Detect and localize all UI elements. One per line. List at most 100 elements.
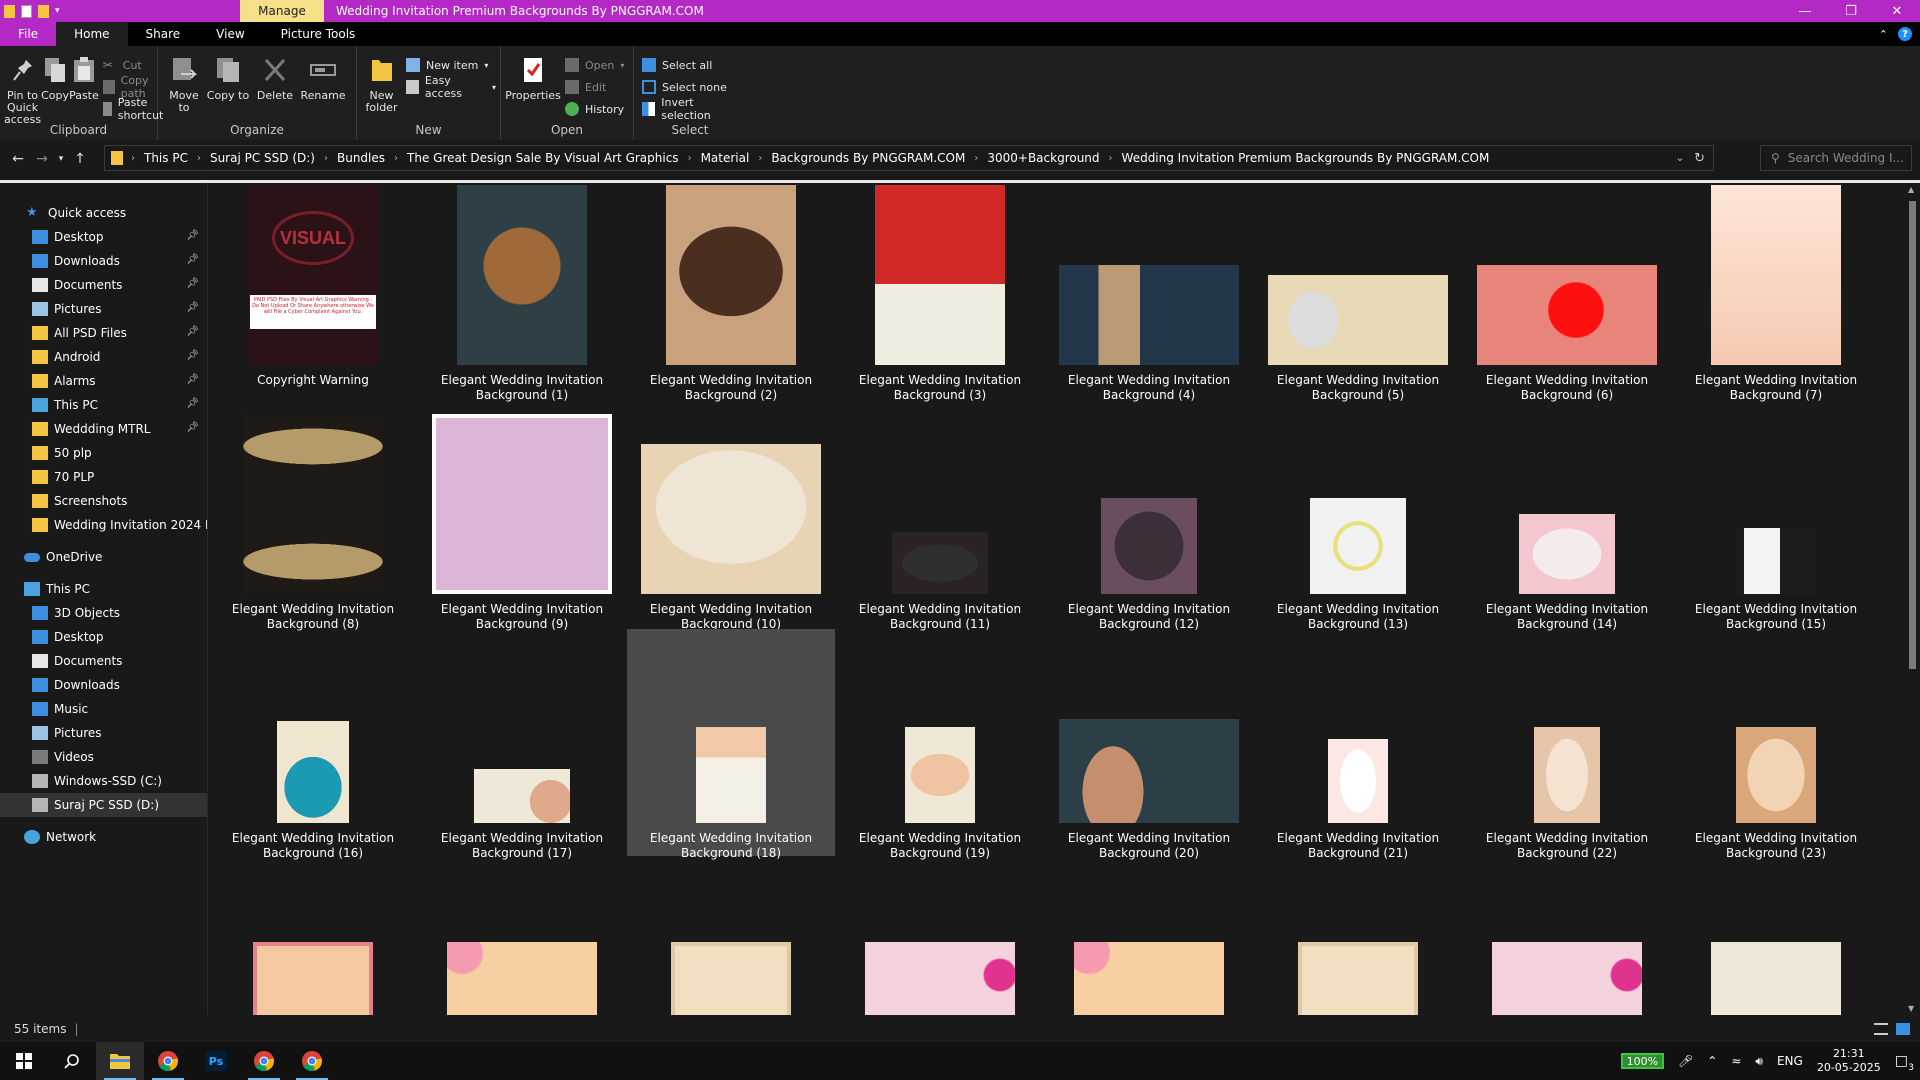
invert-selection-button[interactable]: Invert selection xyxy=(642,96,742,122)
file-item[interactable]: Elegant Wedding Invitation Background (2… xyxy=(1045,629,1253,860)
maximize-button[interactable]: ❐ xyxy=(1828,0,1874,22)
battery-indicator[interactable]: 100% xyxy=(1620,1053,1665,1069)
chevron-down-icon[interactable]: ⌄ xyxy=(1676,153,1694,164)
sidebar-item-downloads[interactable]: Downloads xyxy=(0,673,207,697)
open-button[interactable]: Open ▾ xyxy=(565,56,624,74)
sidebar-item-screenshots[interactable]: Screenshots xyxy=(0,489,207,513)
photoshop-icon[interactable]: Ps xyxy=(192,1042,240,1080)
sidebar-item-suraj-pc-ssd-d-[interactable]: Suraj PC SSD (D:) xyxy=(0,793,207,817)
file-item[interactable]: Elegant Wedding Invitation Background (1… xyxy=(1045,400,1253,631)
select-all-button[interactable]: Select all xyxy=(642,56,742,74)
file-item[interactable]: Elegant Wedding Invitation Background (1… xyxy=(1463,400,1671,631)
tab-view[interactable]: View xyxy=(198,22,262,46)
sidebar-item-pictures[interactable]: Pictures xyxy=(0,721,207,745)
file-item[interactable]: Elegant Wedding Invitation Background (2… xyxy=(627,183,835,402)
speaker-icon[interactable]: 🔊︎ xyxy=(1755,1054,1763,1069)
file-item[interactable]: Elegant Wedding Invitation Background (2… xyxy=(1672,629,1880,860)
tab-file[interactable]: File xyxy=(0,22,57,46)
recent-locations-button[interactable]: ▾ xyxy=(54,144,68,174)
sidebar-item-alarms[interactable]: Alarms 📌︎ xyxy=(0,369,207,393)
new-item-button[interactable]: New item ▾ xyxy=(406,56,496,74)
sidebar-item-3d-objects[interactable]: 3D Objects xyxy=(0,601,207,625)
file-item[interactable]: Elegant Wedding Invitation Background (1… xyxy=(209,629,417,860)
breadcrumb-item[interactable]: 3000+Background xyxy=(982,151,1104,165)
properties-icon[interactable] xyxy=(21,4,32,18)
file-item[interactable]: Elegant Wedding Invitation Background (1… xyxy=(627,629,835,860)
address-bar[interactable]: › This PC › Suraj PC SSD (D:) › Bundles … xyxy=(104,145,1714,171)
easy-access-button[interactable]: Easy access ▾ xyxy=(406,74,496,100)
file-item[interactable]: Elegant Wedding Invitation Background (1… xyxy=(1672,400,1880,631)
search-icon[interactable] xyxy=(48,1042,96,1080)
sidebar-item-documents[interactable]: Documents xyxy=(0,649,207,673)
file-item[interactable]: Elegant Wedding Invitation Background (8… xyxy=(209,400,417,631)
chrome-icon[interactable] xyxy=(288,1042,336,1080)
tab-share[interactable]: Share xyxy=(128,22,199,46)
file-item[interactable] xyxy=(209,858,417,1015)
sidebar-item-weddding-mtrl[interactable]: Weddding MTRL 📌︎ xyxy=(0,417,207,441)
wifi-icon[interactable]: ≈ xyxy=(1731,1054,1741,1068)
history-button[interactable]: History xyxy=(565,100,624,118)
minimize-button[interactable]: — xyxy=(1782,0,1828,22)
forward-button[interactable]: → xyxy=(30,144,54,174)
file-item[interactable]: Elegant Wedding Invitation Background (3… xyxy=(836,183,1044,402)
file-item[interactable] xyxy=(1045,858,1253,1015)
sidebar-item-videos[interactable]: Videos xyxy=(0,745,207,769)
scroll-down-icon[interactable]: ▼ xyxy=(1908,1004,1914,1013)
windows-start-icon[interactable] xyxy=(0,1042,48,1080)
large-icons-view-icon[interactable] xyxy=(1896,1022,1910,1035)
help-icon[interactable]: ? xyxy=(1898,27,1912,41)
file-item[interactable] xyxy=(418,858,626,1015)
sidebar-item-all-psd-files[interactable]: All PSD Files 📌︎ xyxy=(0,321,207,345)
breadcrumb-item[interactable]: Backgrounds By PNGGRAM.COM xyxy=(766,151,970,165)
file-item[interactable]: Elegant Wedding Invitation Background (6… xyxy=(1463,183,1671,402)
vertical-scrollbar[interactable]: ▲ ▼ xyxy=(1905,183,1920,1015)
clock[interactable]: 21:31 20-05-2025 xyxy=(1817,1047,1881,1075)
sidebar-item-windows-ssd-c-[interactable]: Windows-SSD (C:) xyxy=(0,769,207,793)
scrollbar-thumb[interactable] xyxy=(1909,201,1916,669)
sidebar-item-android[interactable]: Android 📌︎ xyxy=(0,345,207,369)
breadcrumb-item[interactable]: Suraj PC SSD (D:) xyxy=(205,151,320,165)
file-item[interactable]: Elegant Wedding Invitation Background (1… xyxy=(418,629,626,860)
sidebar-item-onedrive[interactable]: OneDrive xyxy=(0,545,207,569)
breadcrumb-item[interactable]: Material xyxy=(696,151,755,165)
breadcrumb-item[interactable]: Bundles xyxy=(332,151,390,165)
microphone-icon[interactable]: 🎤︎ xyxy=(1678,1054,1693,1068)
file-item[interactable] xyxy=(1463,858,1671,1015)
file-item[interactable]: Elegant Wedding Invitation Background (1… xyxy=(418,183,626,402)
file-item[interactable]: Elegant Wedding Invitation Background (4… xyxy=(1045,183,1253,402)
file-item[interactable]: VISUAL PAID PSD Files By Visual Art Graph… xyxy=(209,183,417,398)
breadcrumb-item[interactable]: The Great Design Sale By Visual Art Grap… xyxy=(402,151,684,165)
file-item[interactable]: Elegant Wedding Invitation Background (2… xyxy=(1463,629,1671,860)
new-folder-icon[interactable] xyxy=(38,4,49,18)
edit-button[interactable]: Edit xyxy=(565,78,624,96)
file-item[interactable]: Elegant Wedding Invitation Background (1… xyxy=(1254,400,1462,631)
sidebar-item-pictures[interactable]: Pictures 📌︎ xyxy=(0,297,207,321)
sidebar-item-network[interactable]: Network xyxy=(0,825,207,849)
sidebar-item-documents[interactable]: Documents 📌︎ xyxy=(0,273,207,297)
sidebar-item-this-pc[interactable]: This PC xyxy=(0,577,207,601)
file-item[interactable] xyxy=(1672,858,1880,1015)
notification-icon[interactable]: □ 3 xyxy=(1895,1053,1914,1073)
language-indicator[interactable]: ENG xyxy=(1777,1054,1803,1068)
search-box[interactable]: ⚲ Search Wedding I... xyxy=(1760,145,1912,171)
file-item[interactable]: Elegant Wedding Invitation Background (5… xyxy=(1254,183,1462,402)
sidebar-item-desktop[interactable]: Desktop 📌︎ xyxy=(0,225,207,249)
sidebar-item-desktop[interactable]: Desktop xyxy=(0,625,207,649)
chevron-up-icon[interactable]: ⌃ xyxy=(1707,1054,1717,1068)
file-item[interactable]: Elegant Wedding Invitation Background (1… xyxy=(627,400,835,631)
chevron-up-icon[interactable]: ⌃ xyxy=(1879,28,1888,41)
file-item[interactable]: Elegant Wedding Invitation Background (1… xyxy=(836,629,1044,860)
sidebar-item-50-plp[interactable]: 50 plp xyxy=(0,441,207,465)
back-button[interactable]: ← xyxy=(6,144,30,174)
tab-home[interactable]: Home xyxy=(56,22,128,46)
sidebar-item-downloads[interactable]: Downloads 📌︎ xyxy=(0,249,207,273)
manage-tab[interactable]: Manage xyxy=(240,0,324,22)
sidebar-item-this-pc[interactable]: This PC 📌︎ xyxy=(0,393,207,417)
chrome-icon[interactable] xyxy=(240,1042,288,1080)
sidebar-item-quick-access[interactable]: ★ Quick access xyxy=(0,201,207,225)
file-item[interactable] xyxy=(1254,858,1462,1015)
tab-picture-tools[interactable]: Picture Tools xyxy=(263,22,374,46)
file-item[interactable]: Elegant Wedding Invitation Background (2… xyxy=(1254,629,1462,860)
close-button[interactable]: ✕ xyxy=(1874,0,1920,22)
up-button[interactable]: ↑ xyxy=(68,144,92,174)
